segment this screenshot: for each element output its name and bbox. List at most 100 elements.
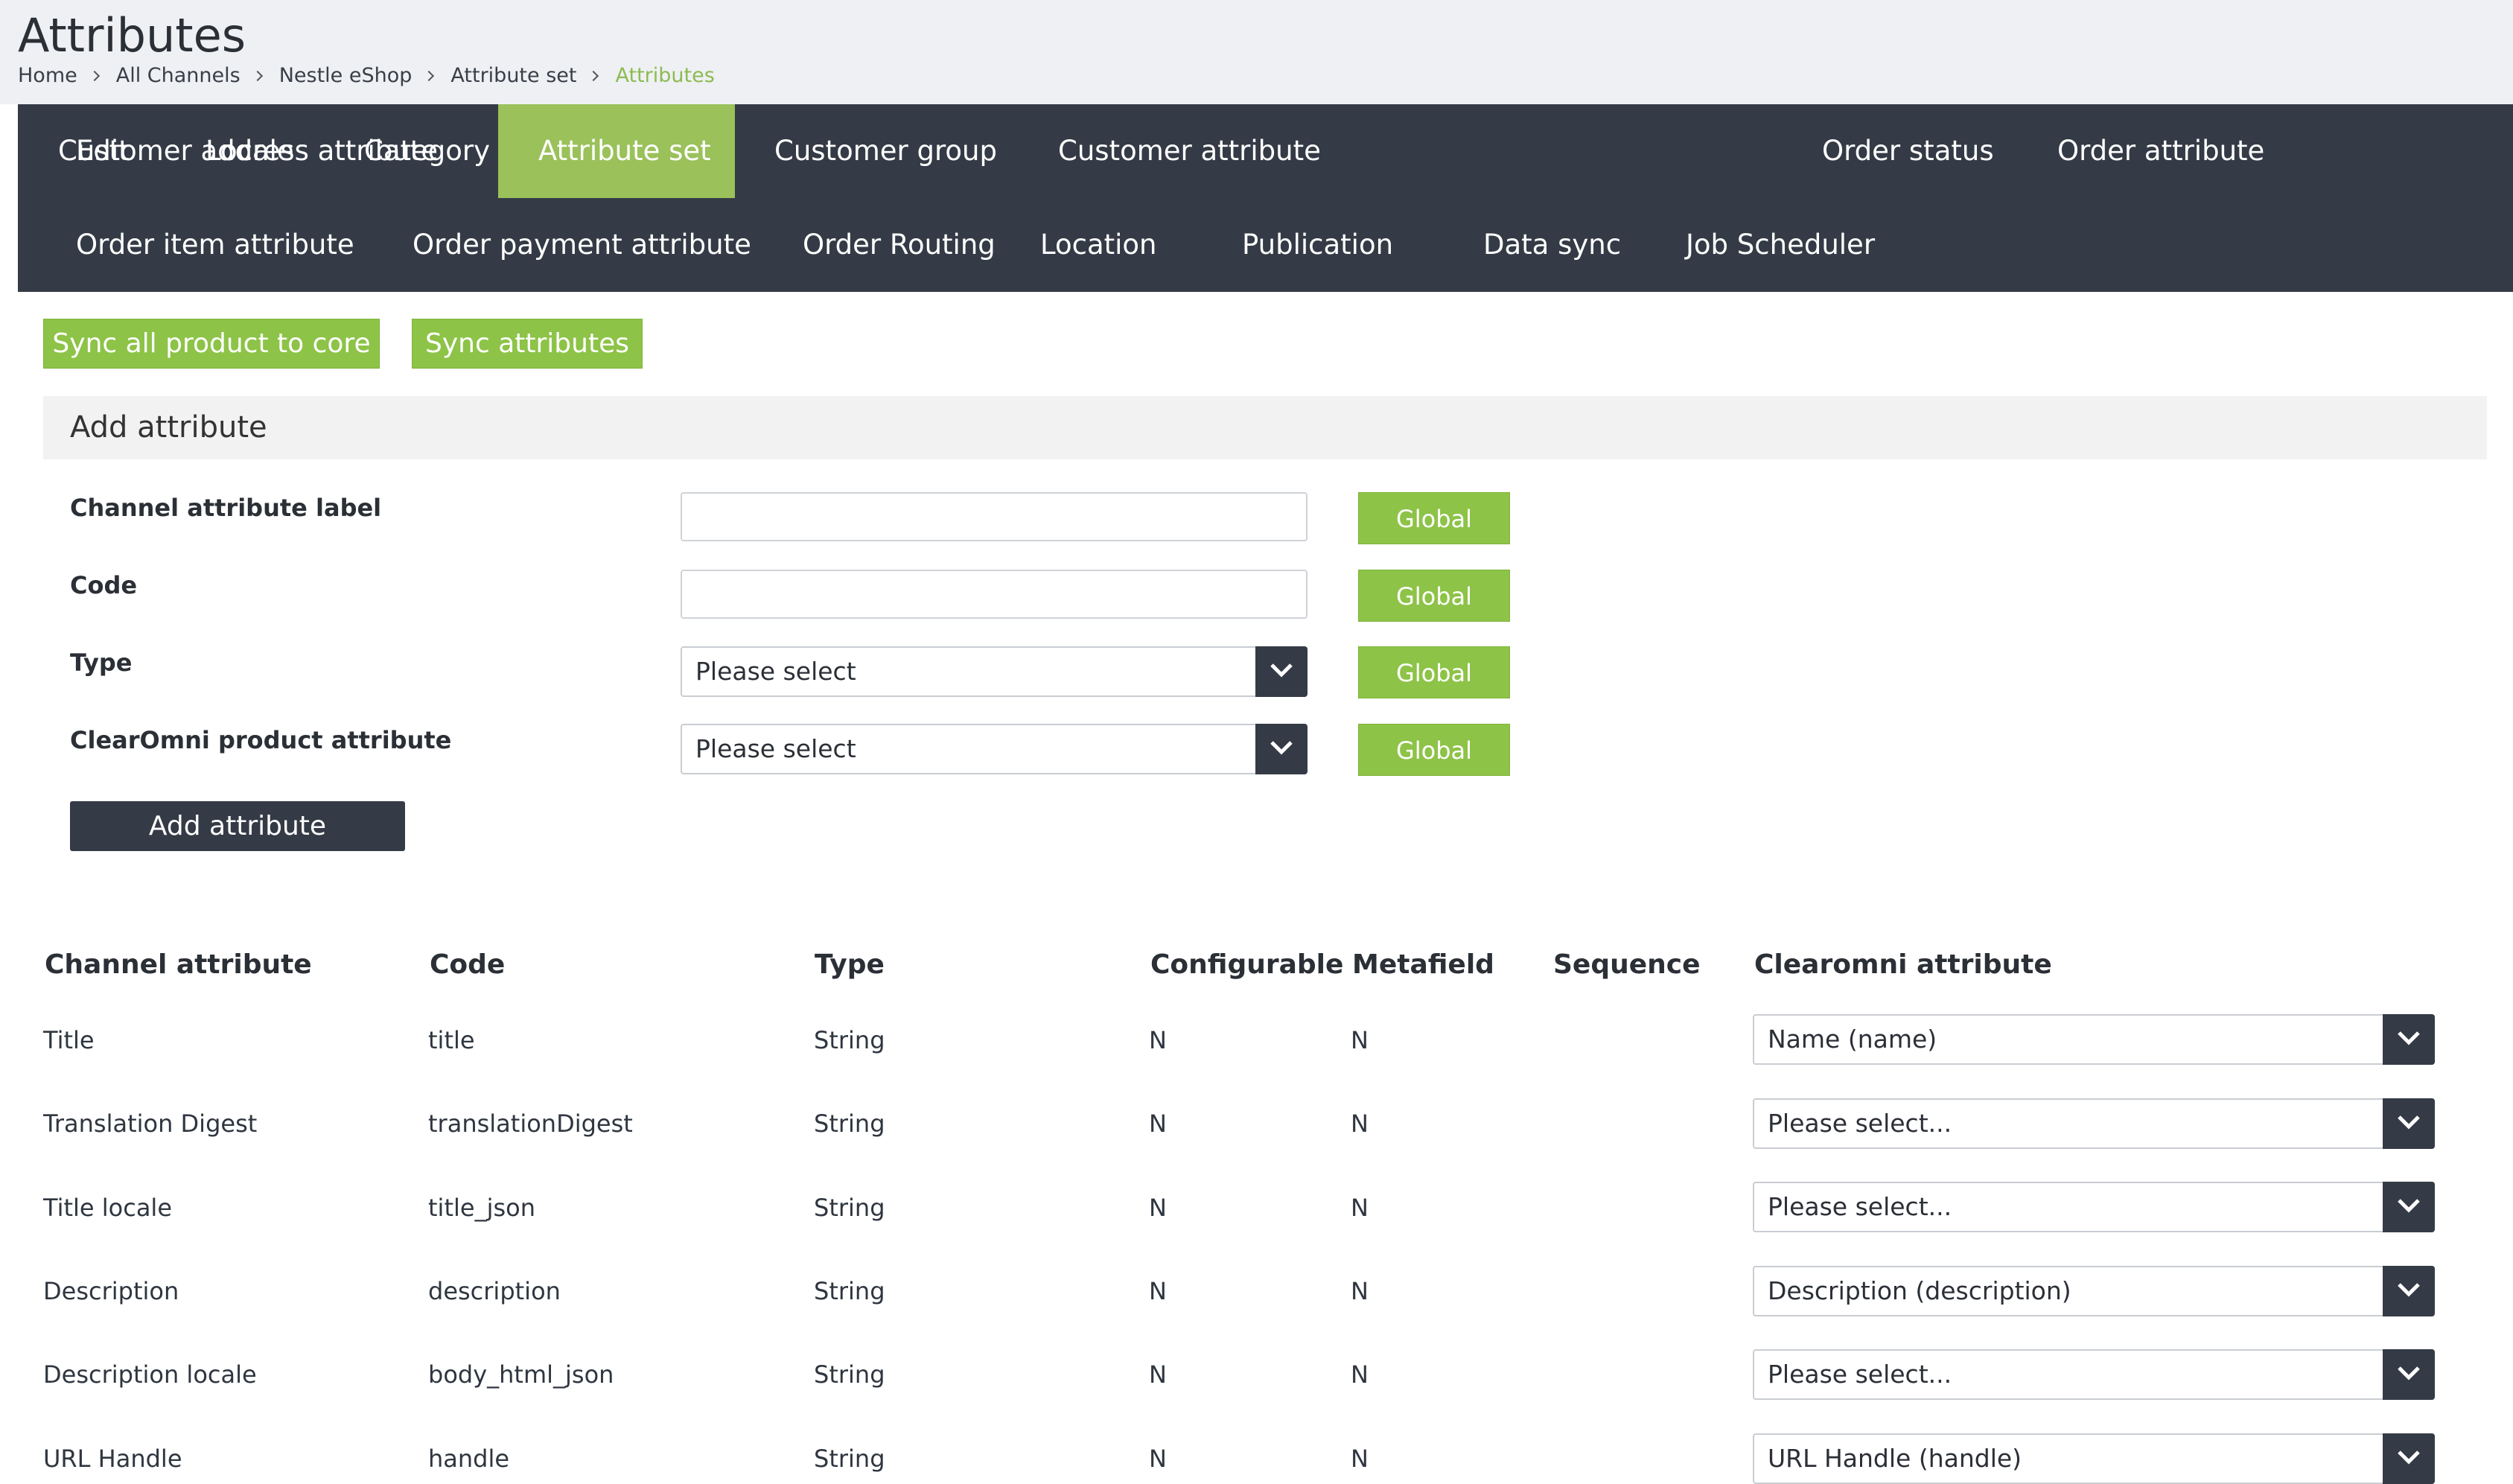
breadcrumb-home[interactable]: Home: [18, 64, 77, 87]
row-clearomni-select[interactable]: Please select...: [1753, 1349, 2435, 1400]
row-channel-attribute: URL Handle: [43, 1445, 182, 1473]
clearomni-product-attribute-label: ClearOmni product attribute: [70, 726, 452, 754]
row-clearomni-select[interactable]: URL Handle (handle): [1753, 1433, 2435, 1484]
column-header-metafield: Metafield: [1352, 949, 1494, 980]
column-header-channel-attribute: Channel attribute: [45, 949, 312, 980]
column-header-type: Type: [815, 949, 885, 980]
chevron-down-icon[interactable]: [1255, 646, 1308, 697]
row-clearomni-value: URL Handle (handle): [1768, 1444, 2022, 1473]
chevron-right-icon: [424, 70, 435, 81]
tab-order-attribute[interactable]: Order attribute: [2017, 104, 2305, 198]
row-channel-attribute: Description: [43, 1277, 179, 1305]
clearomni-product-attribute-value: Please select: [695, 734, 856, 763]
type-select-value: Please select: [695, 657, 856, 686]
row-clearomni-value: Please select...: [1768, 1360, 1952, 1389]
chevron-down-icon[interactable]: [2383, 1349, 2435, 1400]
tab-data-sync[interactable]: Data sync: [1443, 198, 1661, 292]
row-type: String: [814, 1026, 885, 1054]
type-select[interactable]: Please select: [681, 646, 1308, 697]
row-metafield: N: [1351, 1194, 1369, 1222]
chevron-down-icon[interactable]: [2383, 1433, 2435, 1484]
column-header-clearomni-attribute: Clearomni attribute: [1754, 949, 2052, 980]
add-attribute-panel-header: Add attribute: [43, 396, 2487, 459]
row-clearomni-value: Please select...: [1768, 1109, 1952, 1138]
row-type: String: [814, 1109, 885, 1138]
chevron-right-icon: [588, 70, 599, 81]
tab-publication[interactable]: Publication: [1202, 198, 1433, 292]
row-type: String: [814, 1277, 885, 1305]
row-clearomni-select[interactable]: Please select...: [1753, 1182, 2435, 1232]
row-configurable: N: [1149, 1194, 1167, 1222]
breadcrumb-attribute-set[interactable]: Attribute set: [450, 64, 576, 87]
clearomni-product-attribute-select[interactable]: Please select: [681, 724, 1308, 774]
tab-job-scheduler[interactable]: Job Scheduler: [1646, 198, 1915, 292]
chevron-down-icon[interactable]: [2383, 1098, 2435, 1149]
row-metafield: N: [1351, 1109, 1369, 1138]
clearomni-product-attribute-global-button[interactable]: Global: [1358, 724, 1510, 776]
code-global-button[interactable]: Global: [1358, 570, 1510, 622]
tab-attribute-set[interactable]: Attribute set: [498, 104, 735, 198]
breadcrumb-all-channels[interactable]: All Channels: [116, 64, 241, 87]
row-channel-attribute: Description locale: [43, 1360, 257, 1389]
row-metafield: N: [1351, 1277, 1369, 1305]
sync-all-products-button[interactable]: Sync all product to core: [43, 319, 380, 369]
row-code: translationDigest: [428, 1109, 633, 1138]
row-configurable: N: [1149, 1277, 1167, 1305]
row-type: String: [814, 1445, 885, 1473]
sync-attributes-button[interactable]: Sync attributes: [412, 319, 643, 369]
channel-attribute-label-input[interactable]: [681, 492, 1308, 541]
row-channel-attribute: Translation Digest: [43, 1109, 258, 1138]
row-code: title_json: [428, 1194, 535, 1222]
row-metafield: N: [1351, 1445, 1369, 1473]
column-header-configurable: Configurable: [1150, 949, 1344, 980]
chevron-right-icon: [252, 70, 263, 81]
row-metafield: N: [1351, 1026, 1369, 1054]
chevron-down-icon[interactable]: [2383, 1182, 2435, 1232]
chevron-down-icon[interactable]: [2383, 1014, 2435, 1065]
chevron-down-icon[interactable]: [2383, 1266, 2435, 1316]
column-header-code: Code: [430, 949, 506, 980]
row-type: String: [814, 1360, 885, 1389]
chevron-right-icon: [89, 70, 100, 81]
column-header-sequence: Sequence: [1553, 949, 1701, 980]
breadcrumb: Home All Channels Nestle eShop Attribute…: [18, 64, 715, 87]
row-channel-attribute: Title: [43, 1026, 95, 1054]
channel-attribute-label-global-button[interactable]: Global: [1358, 492, 1510, 544]
row-metafield: N: [1351, 1360, 1369, 1389]
tab-customer-attribute[interactable]: Customer attribute: [1018, 104, 1361, 198]
row-code: body_html_json: [428, 1360, 614, 1389]
row-clearomni-value: Name (name): [1768, 1025, 1937, 1054]
add-attribute-button[interactable]: Add attribute: [70, 801, 405, 851]
tab-location[interactable]: Location: [1000, 198, 1197, 292]
tab-order-payment-attribute[interactable]: Order payment attribute: [372, 198, 792, 292]
row-code: title: [428, 1026, 475, 1054]
row-configurable: N: [1149, 1445, 1167, 1473]
row-clearomni-select[interactable]: Description (description): [1753, 1266, 2435, 1316]
tab-order-status[interactable]: Order status: [1782, 104, 2034, 198]
breadcrumb-current: Attributes: [615, 64, 715, 87]
tab-customer-group[interactable]: Customer group: [734, 104, 1037, 198]
channel-tab-bar: Edit Locale Category Attribute set Custo…: [18, 104, 2513, 292]
page-title: Attributes: [18, 8, 246, 63]
tab-order-routing[interactable]: Order Routing: [762, 198, 1036, 292]
row-clearomni-value: Description (description): [1768, 1276, 2071, 1305]
code-input[interactable]: [681, 570, 1308, 619]
row-configurable: N: [1149, 1109, 1167, 1138]
row-code: handle: [428, 1445, 510, 1473]
type-global-button[interactable]: Global: [1358, 646, 1510, 698]
row-configurable: N: [1149, 1360, 1167, 1389]
type-label: Type: [70, 649, 133, 677]
add-attribute-title: Add attribute: [70, 410, 267, 445]
code-label: Code: [70, 571, 138, 599]
page-header: Attributes Home All Channels Nestle eSho…: [0, 0, 2513, 104]
row-clearomni-select[interactable]: Name (name): [1753, 1014, 2435, 1065]
breadcrumb-channel[interactable]: Nestle eShop: [279, 64, 413, 87]
channel-attribute-label-label: Channel attribute label: [70, 494, 382, 522]
row-configurable: N: [1149, 1026, 1167, 1054]
row-type: String: [814, 1194, 885, 1222]
row-clearomni-select[interactable]: Please select...: [1753, 1098, 2435, 1149]
row-code: description: [428, 1277, 561, 1305]
tab-customer-address-attribute[interactable]: Customer address attribute: [18, 104, 478, 198]
chevron-down-icon[interactable]: [1255, 724, 1308, 774]
tab-order-item-attribute[interactable]: Order item attribute: [36, 198, 395, 292]
